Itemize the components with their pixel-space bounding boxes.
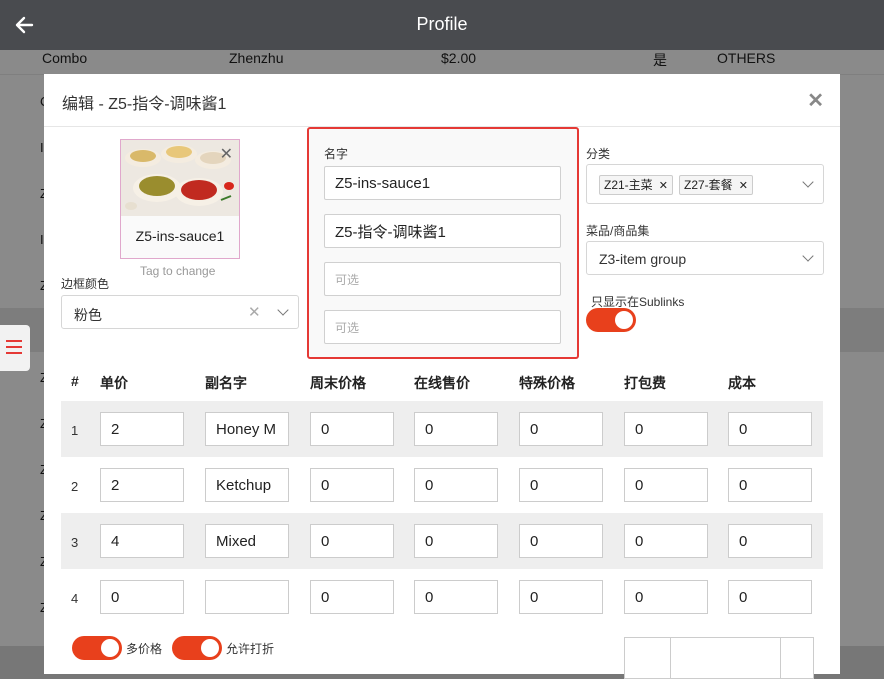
table-row: 3 bbox=[61, 513, 823, 569]
row-number: 1 bbox=[71, 423, 79, 438]
price-input[interactable] bbox=[100, 412, 184, 446]
border-color-value: 粉色 bbox=[74, 307, 102, 323]
border-color-label: 边框颜色 bbox=[61, 277, 110, 291]
edit-item-modal: 编辑 - Z5-指令-调味酱1 ✕ ✕ Z5-ins-sauce1 Tag to… bbox=[44, 74, 840, 679]
category-tag-label: Z27-套餐 bbox=[684, 178, 733, 192]
name-en-input[interactable] bbox=[324, 166, 561, 200]
packing-fee-input[interactable] bbox=[624, 468, 708, 502]
name-section: 名字 bbox=[307, 127, 579, 359]
border-color-select[interactable]: 粉色 ✕ bbox=[61, 295, 299, 329]
special-price-input[interactable] bbox=[519, 580, 603, 614]
online-price-input[interactable] bbox=[414, 580, 498, 614]
table-row: 4 bbox=[61, 569, 823, 625]
price-input[interactable] bbox=[100, 580, 184, 614]
clear-icon[interactable]: ✕ bbox=[248, 303, 261, 321]
row-number: 4 bbox=[71, 591, 79, 606]
cost-input[interactable] bbox=[728, 580, 812, 614]
remove-tag-icon[interactable]: ✕ bbox=[659, 180, 668, 192]
special-price-input[interactable] bbox=[519, 524, 603, 558]
bg-cell-category: OTHERS bbox=[717, 50, 776, 66]
bg-cell-subname: Zhenzhu bbox=[229, 50, 284, 66]
special-price-input[interactable] bbox=[519, 468, 603, 502]
page-title: Profile bbox=[416, 14, 468, 34]
remove-tag-icon[interactable]: ✕ bbox=[739, 180, 748, 192]
side-menu-button[interactable] bbox=[0, 325, 30, 371]
chevron-down-icon bbox=[802, 250, 814, 262]
bottom-control[interactable] bbox=[624, 637, 672, 679]
multi-price-label: 多价格 bbox=[126, 642, 163, 656]
name-optional-input-2[interactable] bbox=[324, 310, 561, 344]
cost-input[interactable] bbox=[728, 468, 812, 502]
hamburger-icon bbox=[6, 340, 22, 354]
item-image-card[interactable]: ✕ Z5-ins-sauce1 bbox=[120, 139, 240, 259]
packing-fee-input[interactable] bbox=[624, 524, 708, 558]
cost-input[interactable] bbox=[728, 524, 812, 558]
packing-fee-input[interactable] bbox=[624, 412, 708, 446]
toggle-knob bbox=[615, 311, 633, 329]
subname-input[interactable] bbox=[205, 468, 289, 502]
category-tag-label: Z21-主菜 bbox=[604, 178, 653, 192]
category-tag: Z27-套餐 ✕ bbox=[679, 175, 753, 195]
weekend-price-input[interactable] bbox=[310, 580, 394, 614]
online-price-input[interactable] bbox=[414, 412, 498, 446]
item-group-select[interactable]: Z3-item group bbox=[586, 241, 824, 275]
bg-cell-flag: 是 bbox=[653, 52, 667, 68]
table-header: 单价 bbox=[100, 375, 128, 391]
weekend-price-input[interactable] bbox=[310, 468, 394, 502]
bottom-control[interactable] bbox=[670, 637, 782, 679]
table-row: 2 bbox=[61, 457, 823, 513]
remove-image-icon[interactable]: ✕ bbox=[220, 144, 233, 164]
packing-fee-input[interactable] bbox=[624, 580, 708, 614]
category-tag: Z21-主菜 ✕ bbox=[599, 175, 673, 195]
toggle-knob bbox=[101, 639, 119, 657]
table-header: 周末价格 bbox=[310, 375, 366, 391]
name-optional-input-1[interactable] bbox=[324, 262, 561, 296]
name-label: 名字 bbox=[324, 147, 349, 161]
special-price-input[interactable] bbox=[519, 412, 603, 446]
multi-price-toggle[interactable] bbox=[72, 636, 122, 660]
subname-input[interactable] bbox=[205, 412, 289, 446]
category-select[interactable]: Z21-主菜 ✕ Z27-套餐 ✕ bbox=[586, 164, 824, 204]
bg-cell-name: Combo bbox=[42, 50, 88, 66]
category-label: 分类 bbox=[586, 147, 611, 161]
name-zh-input[interactable] bbox=[324, 214, 561, 248]
image-label: Z5-ins-sauce1 bbox=[135, 228, 225, 244]
modal-title: 编辑 - Z5-指令-调味酱1 bbox=[62, 96, 227, 113]
cost-input[interactable] bbox=[728, 412, 812, 446]
chevron-down-icon bbox=[802, 176, 814, 188]
price-input[interactable] bbox=[100, 524, 184, 558]
item-group-value: Z3-item group bbox=[599, 251, 687, 267]
weekend-price-input[interactable] bbox=[310, 412, 394, 446]
close-icon[interactable]: ✕ bbox=[807, 88, 824, 113]
online-price-input[interactable] bbox=[414, 468, 498, 502]
table-header: # bbox=[71, 373, 79, 389]
modal-header: 编辑 - Z5-指令-调味酱1 ✕ bbox=[44, 74, 840, 127]
row-number: 3 bbox=[71, 535, 79, 550]
subname-input[interactable] bbox=[205, 524, 289, 558]
bg-cell-price: $2.00 bbox=[441, 50, 477, 66]
sublinks-only-toggle[interactable] bbox=[586, 308, 636, 332]
discount-label: 允许打折 bbox=[226, 642, 275, 656]
table-header: 在线售价 bbox=[414, 375, 470, 391]
table-header: 副名字 bbox=[205, 375, 247, 391]
toggle-knob bbox=[201, 639, 219, 657]
table-header: 特殊价格 bbox=[519, 375, 575, 391]
table-header: 打包费 bbox=[624, 375, 666, 391]
row-number: 2 bbox=[71, 479, 79, 494]
price-input[interactable] bbox=[100, 468, 184, 502]
top-bar: Profile bbox=[0, 0, 884, 50]
bottom-control[interactable] bbox=[780, 637, 814, 679]
table-header: 成本 bbox=[728, 375, 756, 391]
item-group-label: 菜品/商品集 bbox=[586, 224, 650, 238]
online-price-input[interactable] bbox=[414, 524, 498, 558]
weekend-price-input[interactable] bbox=[310, 524, 394, 558]
table-row: 1 bbox=[61, 401, 823, 457]
chevron-down-icon bbox=[277, 304, 289, 316]
subname-input[interactable] bbox=[205, 580, 289, 614]
tag-to-change-text[interactable]: Tag to change bbox=[140, 264, 215, 278]
discount-toggle[interactable] bbox=[172, 636, 222, 660]
